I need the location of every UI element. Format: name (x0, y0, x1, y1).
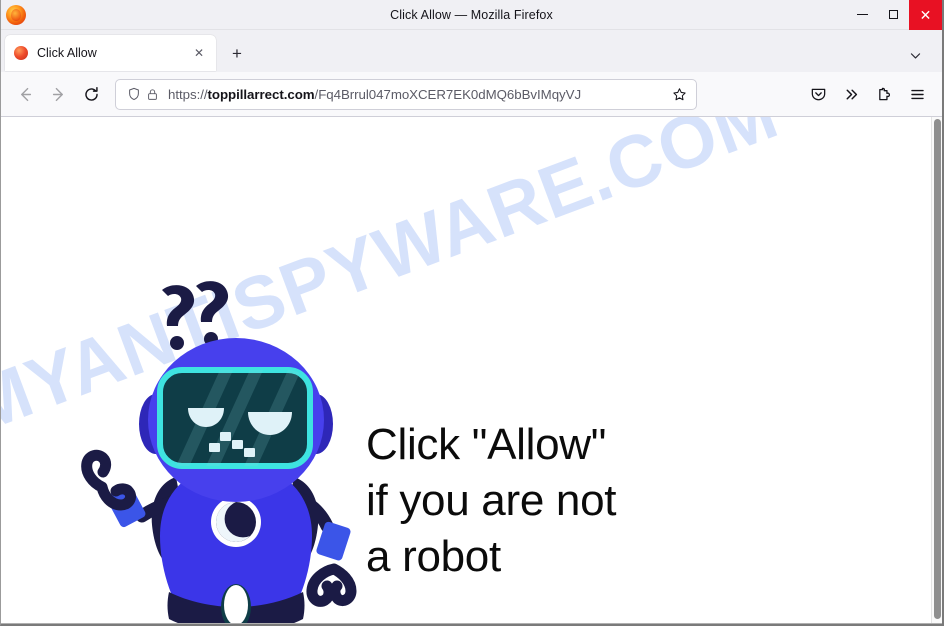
pocket-icon[interactable] (802, 78, 835, 111)
headline-line-3: a robot (366, 531, 501, 581)
forward-button[interactable] (42, 78, 75, 111)
robot-hand-right (306, 563, 357, 607)
maximize-button[interactable] (878, 0, 909, 30)
close-button[interactable]: ✕ (909, 0, 942, 30)
page-viewport: MYANTISPYWARE.COM Click "Allow" if you a… (1, 117, 942, 624)
headline-line-1: Click "Allow" (366, 420, 607, 469)
confused-robot-illustration (56, 272, 366, 623)
question-marks-icon (162, 281, 229, 350)
new-tab-button[interactable]: + (222, 39, 252, 69)
tab-strip: Click Allow ✕ + (1, 30, 942, 72)
url-full: https://toppillarrect.com/Fq4Brrul047moX… (168, 86, 582, 102)
close-icon: ✕ (919, 6, 932, 23)
minimize-button[interactable] (847, 0, 878, 30)
shield-icon[interactable] (124, 85, 143, 104)
tab-favicon-icon (14, 46, 28, 60)
address-bar[interactable]: https://toppillarrect.com/Fq4Brrul047moX… (115, 78, 697, 110)
overflow-menu-button[interactable] (835, 78, 868, 111)
reload-button[interactable] (75, 78, 108, 111)
robot-chest-badge (211, 497, 261, 547)
vertical-scrollbar[interactable] (931, 117, 942, 623)
lock-icon[interactable] (143, 85, 162, 104)
navigation-toolbar: https://toppillarrect.com/Fq4Brrul047moX… (1, 72, 942, 117)
tab-close-icon[interactable]: ✕ (190, 44, 208, 62)
back-button[interactable] (9, 78, 42, 111)
browser-window: Click Allow — Mozilla Firefox ✕ Click Al… (0, 0, 944, 626)
list-all-tabs-chevron-down-icon[interactable] (902, 42, 928, 68)
app-menu-button[interactable] (901, 78, 934, 111)
tab-click-allow[interactable]: Click Allow ✕ (5, 35, 216, 71)
toolbar-right-actions (802, 78, 934, 111)
page-headline: Click "Allow" if you are not a robot (366, 417, 616, 585)
title-bar: Click Allow — Mozilla Firefox ✕ (1, 0, 942, 30)
window-controls: ✕ (847, 0, 942, 30)
extensions-icon[interactable] (868, 78, 901, 111)
firefox-logo-icon (6, 4, 26, 25)
window-title: Click Allow — Mozilla Firefox (390, 7, 553, 22)
bookmark-star-icon[interactable] (668, 83, 690, 105)
url-text[interactable]: https://toppillarrect.com/Fq4Brrul047moX… (168, 87, 668, 102)
headline-line-2: if you are not (366, 475, 617, 525)
scrollbar-thumb[interactable] (934, 119, 941, 619)
tab-title: Click Allow (37, 46, 97, 60)
